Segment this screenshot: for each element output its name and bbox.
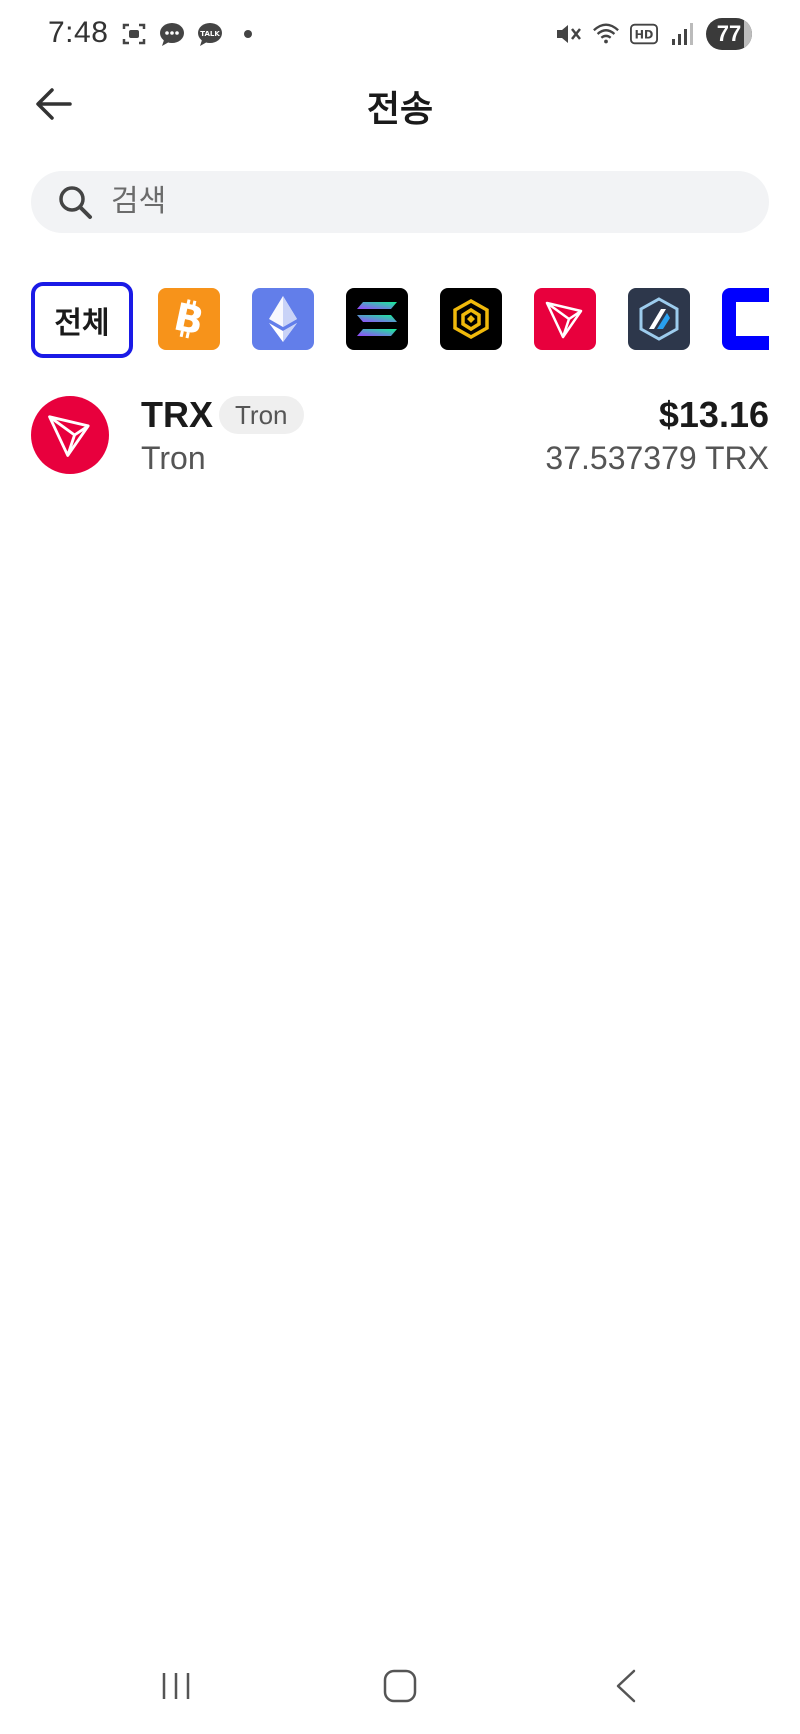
tron-token-logo xyxy=(31,396,109,474)
chain-filter-row: 전체 B xyxy=(31,282,769,362)
nav-back-button[interactable] xyxy=(602,1666,650,1706)
chain-filter-arbitrum[interactable] xyxy=(628,288,690,350)
chain-filter-other[interactable] xyxy=(722,288,769,350)
bitcoin-icon: B xyxy=(170,296,207,342)
chat-bubble-icon xyxy=(158,20,186,48)
token-name: Tron xyxy=(141,440,206,476)
square-chain-icon xyxy=(736,302,769,336)
svg-text:TALK: TALK xyxy=(200,30,220,38)
token-amount: 37.537379 TRX xyxy=(545,440,769,476)
search-input[interactable] xyxy=(111,185,711,219)
recent-apps-icon xyxy=(162,1673,190,1699)
system-nav-bar xyxy=(0,1638,800,1734)
hd-icon: HD xyxy=(630,20,658,48)
chain-filter-solana[interactable] xyxy=(346,288,408,350)
chain-filter-bitcoin[interactable]: B xyxy=(158,288,220,350)
solana-icon xyxy=(357,302,397,336)
arbitrum-icon xyxy=(639,297,679,341)
token-row-trx[interactable]: TRX Tron Tron $13.16 37.537379 TRX xyxy=(31,394,769,480)
status-left-icons: TALK xyxy=(120,20,262,48)
dot-icon xyxy=(234,20,262,48)
chain-filter-ethereum[interactable] xyxy=(252,288,314,350)
status-right-icons: HD 77 xyxy=(554,18,752,50)
screenshot-icon xyxy=(120,20,148,48)
page-title: 전송 xyxy=(366,88,434,129)
search-box[interactable] xyxy=(31,171,769,233)
header: 전송 xyxy=(0,72,800,132)
battery-icon: 77 xyxy=(706,18,752,50)
home-icon xyxy=(383,1669,417,1703)
signal-icon xyxy=(668,20,696,48)
ethereum-icon xyxy=(269,296,297,342)
back-icon xyxy=(616,1669,636,1703)
home-button[interactable] xyxy=(376,1666,424,1706)
token-network-badge: Tron xyxy=(219,396,304,434)
chain-filter-bnb[interactable] xyxy=(440,288,502,350)
bnb-icon xyxy=(453,298,489,340)
battery-level: 77 xyxy=(716,21,742,46)
mute-icon xyxy=(554,20,582,48)
wifi-icon xyxy=(592,20,620,48)
svg-text:HD: HD xyxy=(635,29,654,42)
tron-icon xyxy=(48,415,90,457)
search-icon xyxy=(55,182,95,222)
chain-filter-tron[interactable] xyxy=(534,288,596,350)
tron-icon xyxy=(545,301,583,339)
status-bar: 7:48 TALK HD 77 xyxy=(0,0,800,72)
status-time: 7:48 xyxy=(48,16,109,49)
talk-icon: TALK xyxy=(196,20,224,48)
recent-apps-button[interactable] xyxy=(152,1666,200,1706)
token-fiat-value: $13.16 xyxy=(658,394,769,435)
token-symbol: TRX xyxy=(141,394,213,435)
chain-filter-all[interactable]: 전체 xyxy=(31,282,133,358)
